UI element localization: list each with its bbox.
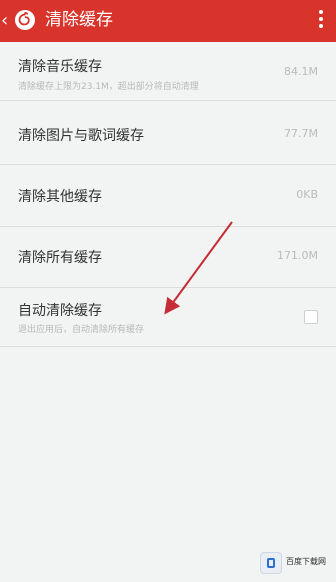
netease-music-logo-icon	[15, 10, 35, 30]
row-size-value: 0KB	[296, 188, 318, 201]
clear-image-lyrics-cache-row[interactable]: 清除图片与歌词缓存 77.7M	[0, 101, 336, 165]
clear-music-cache-row[interactable]: 清除音乐缓存 清除缓存上限为23.1M，超出部分将自动清理 84.1M	[0, 42, 336, 101]
top-app-bar: ‹ 清除缓存	[0, 0, 336, 42]
row-title: 自动清除缓存	[18, 303, 102, 319]
row-size-value: 84.1M	[284, 65, 318, 78]
row-title: 清除音乐缓存	[18, 59, 102, 75]
watermark-text: 百度下载网	[286, 557, 326, 566]
more-options-icon[interactable]	[318, 10, 324, 32]
page-title: 清除缓存	[45, 10, 113, 30]
download-site-icon	[260, 552, 282, 574]
watermark-logo: 百度下载网	[260, 550, 328, 576]
row-title: 清除所有缓存	[18, 250, 102, 266]
clear-cache-screen: ‹ 清除缓存 清除音乐缓存 清除缓存上限为23.1M，超出部分将自动清理 84.…	[0, 0, 336, 582]
row-subtitle: 清除缓存上限为23.1M，超出部分将自动清理	[18, 82, 199, 92]
row-size-value: 77.7M	[284, 127, 318, 140]
auto-clear-checkbox[interactable]	[304, 310, 318, 324]
row-subtitle: 退出应用后，自动清除所有缓存	[18, 325, 145, 335]
row-title: 清除图片与歌词缓存	[18, 128, 144, 144]
auto-clear-cache-row[interactable]: 自动清除缓存 退出应用后，自动清除所有缓存	[0, 288, 336, 347]
row-size-value: 171.0M	[277, 249, 318, 262]
row-title: 清除其他缓存	[18, 189, 102, 205]
back-chevron-icon[interactable]: ‹	[1, 9, 11, 33]
clear-other-cache-row[interactable]: 清除其他缓存 0KB	[0, 165, 336, 227]
clear-all-cache-row[interactable]: 清除所有缓存 171.0M	[0, 227, 336, 288]
